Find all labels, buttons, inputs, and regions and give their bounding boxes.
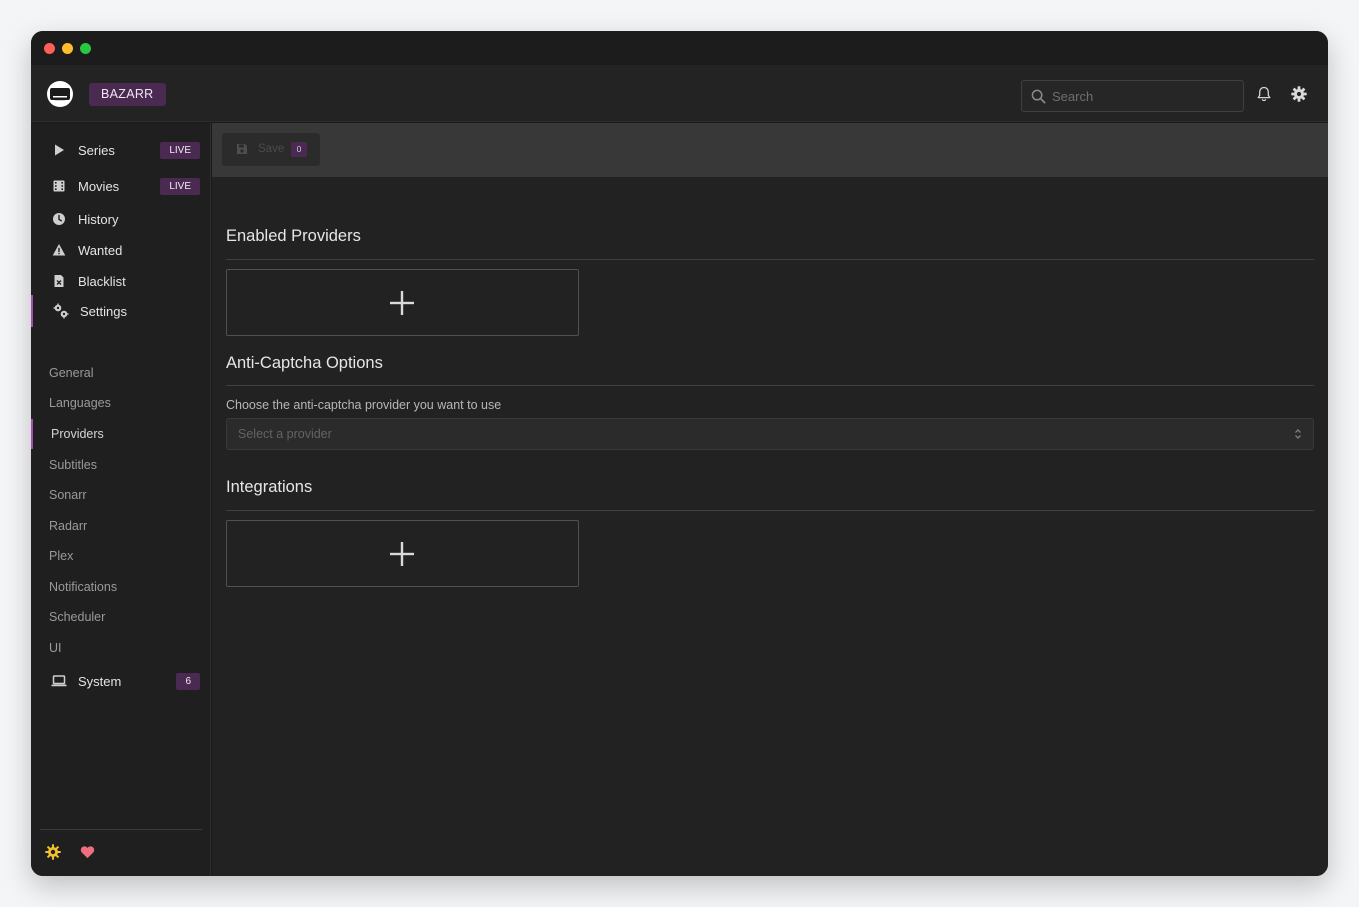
anticaptcha-provider-select[interactable]: Select a provider [226, 418, 1314, 450]
settings-item-scheduler[interactable]: Scheduler [49, 610, 105, 624]
app-window: BAZARR Search Series LIVE Movies LIVE Hi… [31, 31, 1328, 876]
sidebar-item-label: Wanted [78, 242, 123, 258]
settings-item-sonarr[interactable]: Sonarr [49, 488, 87, 502]
save-button[interactable]: Save 0 [222, 133, 320, 166]
search-icon [1031, 89, 1046, 104]
sidebar-item-series[interactable]: Series LIVE [40, 137, 200, 163]
bell-icon[interactable] [1257, 86, 1271, 102]
bazarr-logo-icon[interactable] [46, 80, 74, 108]
search-field[interactable] [1021, 80, 1244, 112]
heart-icon[interactable] [80, 845, 95, 859]
floppy-disk-icon [237, 144, 247, 154]
plus-icon [390, 291, 414, 315]
sidebar-item-label: Movies [78, 178, 120, 194]
settings-item-notifications[interactable]: Notifications [49, 580, 117, 594]
sidebar-item-blacklist[interactable]: Blacklist [40, 268, 200, 294]
providers-active-indicator [31, 419, 33, 449]
settings-item-providers[interactable]: Providers [51, 427, 104, 441]
sidebar-item-label: System [78, 673, 122, 689]
file-x-icon [54, 275, 64, 287]
search-input[interactable] [1052, 81, 1237, 111]
title-bar [31, 31, 1328, 65]
add-provider-button[interactable] [226, 269, 579, 336]
sidebar: Series LIVE Movies LIVE History Wanted B… [31, 123, 211, 876]
add-integration-button[interactable] [226, 520, 579, 587]
settings-item-general[interactable]: General [49, 366, 93, 380]
sidebar-item-settings[interactable]: Settings [40, 298, 200, 324]
settings-item-ui[interactable]: UI [49, 641, 62, 655]
settings-item-plex[interactable]: Plex [49, 549, 73, 563]
sun-gear-icon[interactable] [45, 844, 61, 860]
select-placeholder: Select a provider [238, 427, 332, 441]
film-icon [53, 180, 65, 192]
toolbar: Save 0 [212, 123, 1328, 177]
sidebar-footer-divider [40, 829, 202, 830]
enabled-providers-title: Enabled Providers [226, 227, 361, 245]
save-count-badge: 0 [291, 142, 307, 157]
laptop-icon [51, 675, 67, 687]
section-divider [226, 259, 1314, 260]
close-window-button[interactable] [44, 43, 55, 54]
play-icon [55, 144, 64, 156]
sidebar-item-wanted[interactable]: Wanted [40, 237, 200, 263]
section-divider [226, 385, 1314, 386]
cogs-icon [53, 303, 69, 319]
settings-item-radarr[interactable]: Radarr [49, 519, 87, 533]
live-badge: LIVE [160, 141, 200, 159]
minimize-window-button[interactable] [62, 43, 73, 54]
live-badge: LIVE [160, 177, 200, 195]
sidebar-item-label: Series [78, 142, 115, 158]
settings-active-indicator [31, 295, 33, 327]
anticaptcha-title: Anti-Captcha Options [226, 354, 383, 372]
sidebar-item-label: Settings [80, 303, 127, 319]
top-header: BAZARR [31, 65, 1328, 122]
chevron-up-down-icon [1295, 429, 1301, 439]
maximize-window-button[interactable] [80, 43, 91, 54]
settings-item-subtitles[interactable]: Subtitles [49, 458, 97, 472]
brand-badge[interactable]: BAZARR [89, 83, 166, 106]
clock-icon [53, 213, 65, 225]
save-label: Save [258, 143, 285, 155]
system-count-badge: 6 [176, 672, 200, 690]
settings-item-languages[interactable]: Languages [49, 396, 111, 410]
sidebar-item-label: Blacklist [78, 273, 126, 289]
warning-icon [52, 244, 66, 256]
main-content: Save 0 Enabled Providers Anti-Captcha Op… [212, 123, 1328, 876]
sidebar-item-history[interactable]: History [40, 206, 200, 232]
anticaptcha-help-text: Choose the anti-captcha provider you wan… [226, 398, 502, 412]
section-divider [226, 510, 1314, 511]
sidebar-item-label: History [78, 211, 119, 227]
sidebar-item-movies[interactable]: Movies LIVE [40, 173, 200, 199]
integrations-title: Integrations [226, 478, 313, 496]
plus-icon [390, 542, 414, 566]
sidebar-item-system[interactable]: System 6 [40, 668, 200, 694]
gear-icon[interactable] [1291, 86, 1307, 102]
